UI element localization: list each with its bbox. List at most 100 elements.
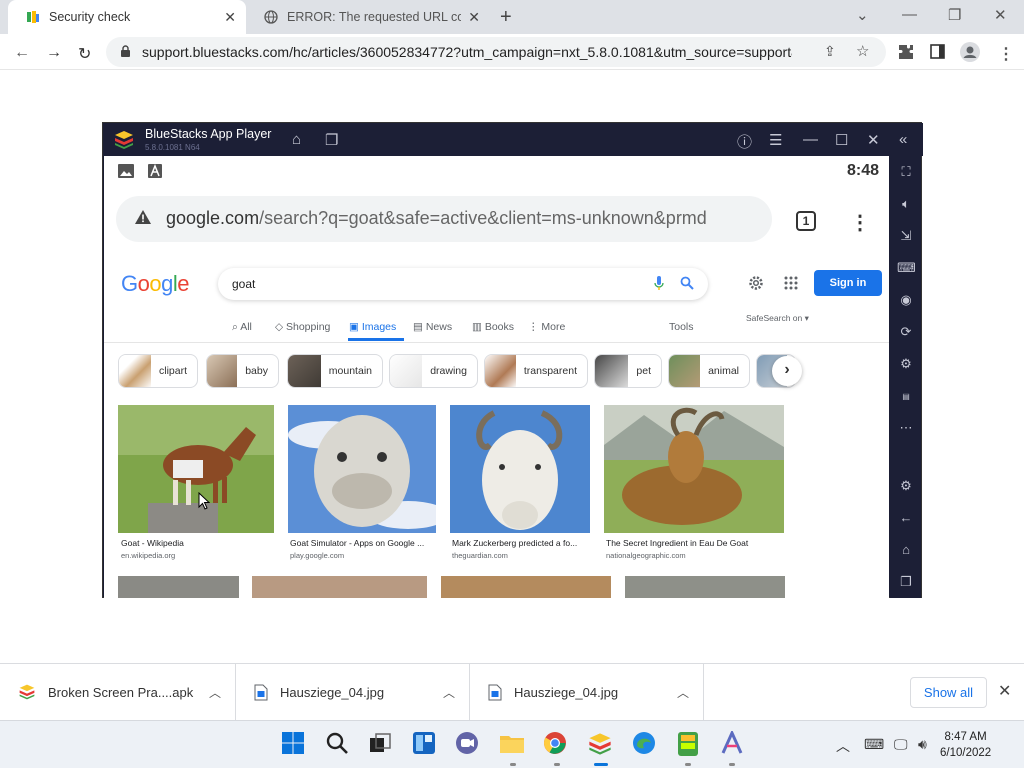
network-icon[interactable]: 🖵︎ (894, 736, 908, 753)
file-explorer-icon[interactable] (499, 731, 525, 757)
system-clock[interactable]: 8:47 AM 6/10/2022 (940, 729, 991, 761)
result-image-eau-de-goat[interactable] (604, 405, 784, 533)
tab-security-check[interactable]: Security check ✕ (8, 0, 246, 34)
volume-icon[interactable]: 🔈︎ (897, 196, 915, 214)
recent-apps-icon[interactable]: ❐ (897, 574, 915, 592)
sign-in-button[interactable]: Sign in (814, 270, 882, 296)
chrome-icon[interactable] (543, 731, 569, 757)
close-window-icon[interactable]: ✕ (994, 6, 1007, 24)
chevron-up-icon[interactable]: ︿ (443, 684, 455, 701)
pointer-lock-icon[interactable]: ⇲ (897, 228, 915, 246)
google-search-box[interactable]: goat (218, 268, 708, 300)
chrome-menu-icon[interactable]: ⋮ (998, 44, 1014, 64)
keyboard-icon[interactable]: ⌨ (864, 736, 884, 753)
reload-icon[interactable]: ↻ (78, 44, 91, 64)
microphone-icon[interactable] (654, 276, 664, 291)
back-icon[interactable]: ← (14, 44, 30, 62)
task-view-icon[interactable] (368, 731, 394, 757)
extensions-icon[interactable] (898, 44, 914, 60)
show-all-button[interactable]: Show all (910, 677, 987, 708)
result-caption[interactable]: Goat Simulator - Apps on Google ... (290, 538, 424, 548)
download-item-apk[interactable]: Broken Screen Pra....apk ︿ (0, 664, 236, 720)
install-apk-icon[interactable]: ▤ (897, 388, 915, 406)
download-item-jpg[interactable]: Hausziege_04.jpg ︿ (236, 664, 470, 720)
android-screen[interactable]: 8:48 google.com/search?q=goat&safe=activ… (104, 156, 889, 598)
result-image-row2[interactable] (441, 576, 611, 598)
tab-switcher-button[interactable]: 1 (796, 211, 816, 231)
lock-icon[interactable] (120, 45, 131, 58)
mobile-address-bar[interactable]: google.com/search?q=goat&safe=active&cli… (116, 196, 772, 242)
result-caption[interactable]: Mark Zuckerberg predicted a fo... (452, 538, 577, 548)
volume-icon[interactable]: 🔊︎ (918, 736, 927, 753)
result-image-goat-simulator[interactable] (288, 405, 436, 533)
teams-chat-icon[interactable] (455, 731, 481, 757)
bluestacks-x-icon[interactable] (676, 731, 702, 757)
forward-icon[interactable]: → (46, 44, 62, 62)
chip-baby[interactable]: baby (206, 354, 279, 388)
close-tab-icon[interactable]: ✕ (468, 9, 480, 26)
chip-drawing[interactable]: drawing (389, 354, 478, 388)
google-logo[interactable]: Google (121, 271, 190, 297)
gamepad-icon[interactable]: ⚙ (897, 356, 915, 374)
chip-animal[interactable]: animal (668, 354, 750, 388)
chip-mountain[interactable]: mountain (287, 354, 383, 388)
tab-search-icon[interactable]: ⌄ (856, 6, 869, 24)
result-caption[interactable]: The Secret Ingredient in Eau De Goat (606, 538, 748, 548)
result-image-row2[interactable] (118, 576, 239, 598)
settings-gear-icon[interactable] (748, 275, 764, 291)
minimize-icon[interactable]: — (902, 6, 917, 23)
nav-images[interactable]: ▣ Images (349, 321, 396, 333)
profile-avatar-icon[interactable] (960, 42, 980, 62)
result-image-wikipedia[interactable] (118, 405, 274, 533)
chevron-up-icon[interactable]: ︿ (836, 736, 850, 756)
result-image-row2[interactable] (625, 576, 785, 598)
warning-icon[interactable] (134, 209, 152, 225)
minimize-icon[interactable]: — (803, 131, 818, 148)
chip-clipart[interactable]: clipart (118, 354, 198, 388)
restore-icon[interactable]: ❐ (948, 6, 961, 24)
bookmark-star-icon[interactable]: ☆ (856, 42, 869, 60)
chevron-up-icon[interactable]: ︿ (209, 684, 221, 701)
rotate-icon[interactable]: ⟳ (897, 324, 915, 342)
address-bar[interactable]: support.bluestacks.com/hc/articles/36005… (106, 37, 886, 67)
result-image-zuckerberg[interactable] (450, 405, 590, 533)
search-icon[interactable] (680, 276, 694, 290)
close-downloads-icon[interactable]: ✕ (998, 681, 1011, 701)
fullscreen-icon[interactable]: ⛶ (897, 164, 915, 182)
share-icon[interactable]: ⇪ (824, 43, 836, 60)
font-app-icon[interactable] (720, 731, 746, 757)
back-icon[interactable]: ← (897, 510, 915, 528)
tools-button[interactable]: Tools (669, 321, 694, 333)
more-icon[interactable]: ⋯ (897, 420, 915, 438)
result-caption[interactable]: Goat - Wikipedia (121, 538, 184, 548)
windows-start-icon[interactable] (281, 731, 307, 757)
chip-pet[interactable]: pet (594, 354, 662, 388)
widgets-icon[interactable] (412, 731, 438, 757)
menu-icon[interactable]: ☰ (769, 131, 782, 149)
new-tab-icon[interactable]: + (500, 6, 512, 29)
nav-news[interactable]: ▤ News (413, 321, 452, 333)
chevron-up-icon[interactable]: ︿ (677, 684, 689, 701)
home-icon[interactable]: ⌂ (292, 131, 301, 148)
settings-icon[interactable]: ⚙ (897, 478, 915, 496)
close-tab-icon[interactable]: ✕ (224, 9, 236, 26)
side-panel-icon[interactable] (930, 44, 945, 59)
collapse-sidebar-icon[interactable]: « (899, 131, 907, 148)
nav-all[interactable]: ⌕ All (232, 321, 252, 334)
chips-next-button[interactable]: › (772, 356, 802, 386)
mobile-menu-icon[interactable]: ⋮ (850, 210, 870, 235)
search-icon[interactable] (325, 731, 351, 757)
multi-instance-icon[interactable]: ❐ (325, 131, 338, 149)
maximize-icon[interactable]: ☐ (835, 131, 848, 149)
keyboard-controls-icon[interactable]: ⌨ (897, 260, 916, 278)
help-icon[interactable]: ⓘ (737, 131, 752, 152)
tab-error[interactable]: ERROR: The requested URL could ✕ (246, 0, 490, 34)
safesearch-toggle[interactable]: SafeSearch on ▾ (746, 313, 809, 324)
download-item-jpg[interactable]: Hausziege_04.jpg ︿ (470, 664, 704, 720)
chip-transparent[interactable]: transparent (484, 354, 588, 388)
bluestacks-taskbar-icon[interactable] (587, 731, 613, 757)
nav-more[interactable]: ⋮ More (528, 321, 565, 333)
home-icon[interactable]: ⌂ (897, 542, 915, 560)
nav-books[interactable]: ▥ Books (472, 321, 514, 333)
macro-recorder-icon[interactable]: ◉ (897, 292, 915, 310)
